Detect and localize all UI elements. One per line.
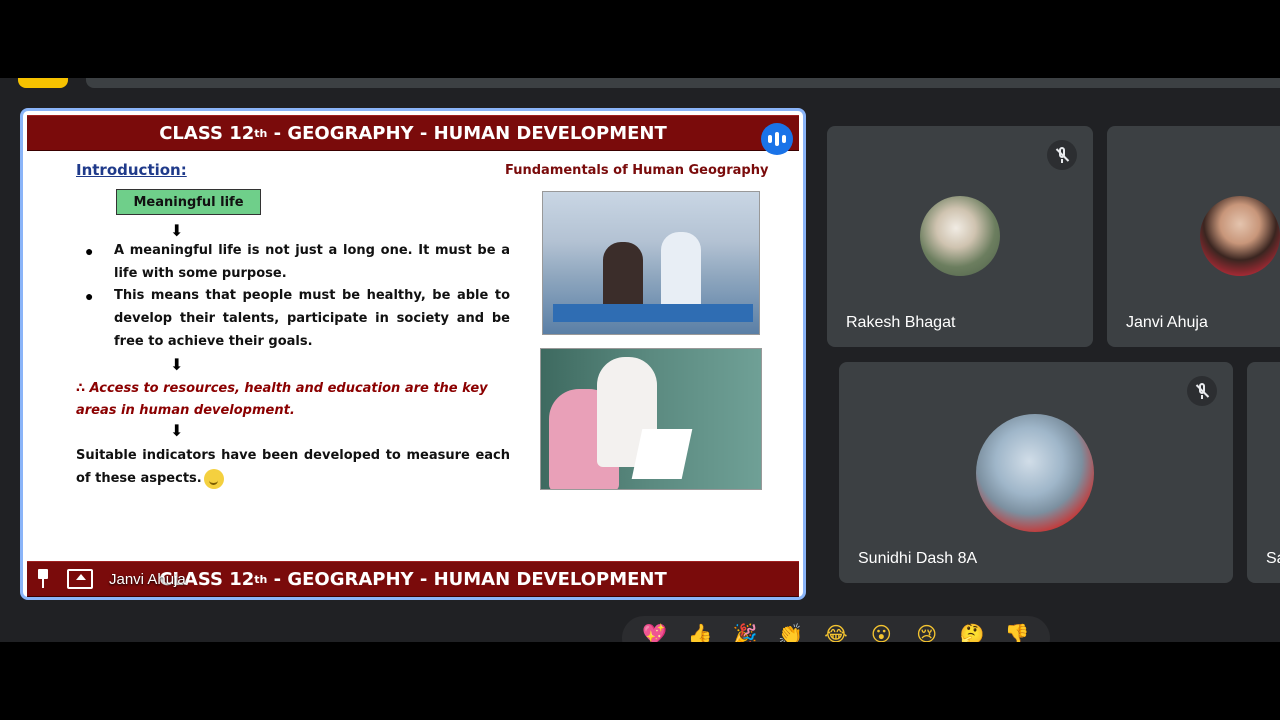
slide-title-prefix: CLASS 12: [159, 122, 255, 144]
book-title: Fundamentals of Human Geography: [505, 163, 769, 178]
slide-title-band: CLASS 12th - GEOGRAPHY - HUMAN DEVELOPME…: [27, 115, 799, 151]
participant-tile-sunidhi[interactable]: Sunidhi Dash 8A: [839, 362, 1233, 583]
smiley-icon: [203, 468, 224, 489]
indicators-sentence: Suitable indicators have been developed …: [76, 448, 510, 486]
meeting-indicator-pill: [18, 78, 68, 88]
bullet-icon: ●: [85, 288, 94, 304]
avatar: [920, 196, 1000, 276]
reaction-sad-icon[interactable]: 😢: [909, 622, 945, 642]
down-arrow-icon: ⬇: [170, 223, 184, 240]
indicators-text: Suitable indicators have been developed …: [76, 444, 510, 490]
reaction-heart-icon[interactable]: 💖: [637, 622, 673, 642]
meaningful-life-box: Meaningful life: [116, 189, 261, 215]
intro-heading: Introduction:: [76, 161, 187, 179]
reaction-thumbs-up-icon[interactable]: 👍: [682, 622, 718, 642]
meeting-stage: CLASS 12th - GEOGRAPHY - HUMAN DEVELOPME…: [0, 78, 1280, 642]
slide-title-suffix: - GEOGRAPHY - HUMAN DEVELOPMENT: [267, 122, 667, 144]
slide-title-sup: th: [254, 126, 268, 140]
avatar: [1200, 196, 1280, 276]
presentation-tile[interactable]: CLASS 12th - GEOGRAPHY - HUMAN DEVELOPME…: [20, 108, 806, 600]
participant-tile-rakesh[interactable]: Rakesh Bhagat: [827, 126, 1093, 347]
audio-activity-icon: [761, 123, 793, 155]
reaction-clap-icon[interactable]: 👏: [773, 622, 809, 642]
top-toolbar-strip: [86, 78, 1280, 88]
reaction-thinking-icon[interactable]: 🤔: [954, 622, 990, 642]
slide-footer-suffix: - GEOGRAPHY - HUMAN DEVELOPMENT: [267, 568, 667, 590]
bullet-icon: ●: [85, 243, 94, 259]
bullet-text-2: This means that people must be healthy, …: [114, 288, 510, 349]
reaction-surprised-icon[interactable]: 😮: [863, 622, 899, 642]
participant-name: Sunidhi Dash 8A: [858, 550, 978, 567]
reaction-bar: 💖 👍 🎉 👏 😂 😮 😢 🤔 👎: [622, 616, 1050, 642]
participant-tile-janvi[interactable]: Janvi Ahuja: [1107, 126, 1280, 347]
down-arrow-icon: ⬇: [170, 357, 184, 374]
presentation-footer: Janvi Ahuja: [35, 563, 186, 595]
participant-name: Sa: [1266, 550, 1280, 567]
mic-off-icon: [1047, 140, 1077, 170]
reaction-laugh-icon[interactable]: 😂: [818, 622, 854, 642]
bullet-text-1: A meaningful life is not just a long one…: [114, 243, 510, 281]
reaction-thumbs-down-icon[interactable]: 👎: [999, 622, 1035, 642]
slide-content: Introduction: Fundamentals of Human Geog…: [27, 151, 799, 561]
participant-name: Rakesh Bhagat: [846, 314, 956, 331]
pin-icon[interactable]: [35, 569, 51, 589]
mic-off-icon: [1187, 376, 1217, 406]
participant-tile-partial[interactable]: Sa: [1247, 362, 1280, 583]
present-screen-icon[interactable]: [67, 569, 93, 589]
key-areas-text: ∴ Access to resources, health and educat…: [76, 381, 488, 418]
slide-footer-sup: th: [254, 572, 268, 586]
presenter-name: Janvi Ahuja: [109, 570, 186, 588]
classroom-photo: [540, 348, 762, 490]
participant-name: Janvi Ahuja: [1126, 314, 1208, 331]
down-arrow-icon: ⬇: [170, 423, 184, 440]
reaction-party-icon[interactable]: 🎉: [727, 622, 763, 642]
avatar: [976, 414, 1094, 532]
hospital-photo: [542, 191, 760, 335]
